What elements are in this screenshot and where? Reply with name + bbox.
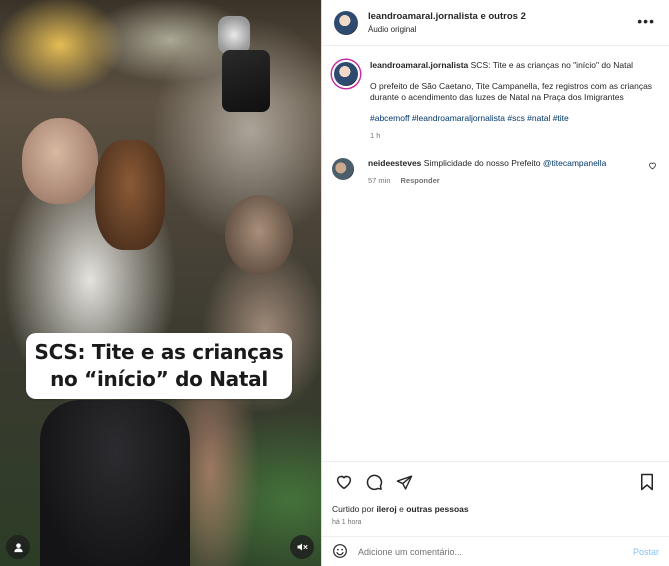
instagram-post-view: SCS: Tite e as crianças no “início” do N…: [0, 0, 669, 566]
video-title-line-2: no “início” do Natal: [50, 367, 268, 391]
header-username[interactable]: leandroamaral.jornalista e outros 2: [368, 11, 526, 22]
post-time: há 1 hora: [332, 519, 362, 526]
likes-summary[interactable]: Curtido por ileroj e outras pessoas: [332, 504, 659, 514]
likes-user[interactable]: ileroj: [376, 504, 396, 514]
commenter-avatar[interactable]: [332, 158, 354, 180]
caption-title: SCS: Tite e as crianças no "início" do N…: [470, 60, 634, 70]
comment-mention[interactable]: @titecampanella: [543, 158, 606, 168]
comment-item: neideesteves Simplicidade do nosso Prefe…: [332, 158, 657, 185]
more-horizontal-icon[interactable]: •••: [637, 14, 655, 28]
comment-body: neideesteves Simplicidade do nosso Prefe…: [368, 158, 642, 185]
likes-prefix: Curtido por: [332, 504, 375, 514]
bookmark-icon[interactable]: [635, 470, 659, 494]
heart-small-icon[interactable]: [648, 161, 657, 172]
video-title-overlay: SCS: Tite e as crianças no “início” do N…: [26, 333, 292, 399]
comment-time: 57 min: [368, 176, 391, 185]
add-comment-bar: Postar: [322, 536, 669, 566]
post-caption: leandroamaral.jornalista SCS: Tite e as …: [332, 60, 657, 140]
original-audio-link[interactable]: Áudio original: [368, 25, 526, 34]
heart-icon[interactable]: [332, 470, 356, 494]
comment-text-line: neideesteves Simplicidade do nosso Prefe…: [368, 158, 642, 169]
comment-text: Simplicidade do nosso Prefeito: [423, 158, 541, 168]
share-icon[interactable]: [392, 470, 416, 494]
muted-speaker-icon[interactable]: [290, 535, 314, 559]
commenter-username[interactable]: neideesteves: [368, 158, 421, 168]
caption-hashtags[interactable]: #abcemoff #leandroamaraljornalista #scs …: [370, 113, 657, 123]
person-head: [22, 118, 98, 204]
person-dark-coat: [40, 400, 190, 566]
comment-input[interactable]: [358, 546, 633, 557]
comments-section: leandroamaral.jornalista SCS: Tite e as …: [322, 46, 669, 185]
camera-body: [222, 50, 270, 112]
emoji-icon[interactable]: [332, 543, 348, 561]
caption-username[interactable]: leandroamaral.jornalista: [370, 60, 468, 70]
comment-icon[interactable]: [362, 470, 386, 494]
comment-meta: 57 min Responder: [368, 176, 642, 185]
tagged-user-icon[interactable]: [6, 535, 30, 559]
likes-rest[interactable]: outras pessoas: [406, 504, 468, 514]
caption-avatar[interactable]: [332, 60, 360, 88]
caption-text: O prefeito de São Caetano, Tite Campanel…: [370, 81, 653, 102]
video-player[interactable]: SCS: Tite e as crianças no “início” do N…: [0, 0, 321, 566]
header-text: leandroamaral.jornalista e outros 2 Áudi…: [368, 11, 526, 34]
profile-avatar[interactable]: [334, 10, 358, 35]
post-header: leandroamaral.jornalista e outros 2 Áudi…: [322, 0, 669, 46]
reply-button[interactable]: Responder: [401, 176, 440, 185]
action-row: [332, 470, 659, 494]
child-hair: [95, 140, 165, 250]
caption-body: leandroamaral.jornalista SCS: Tite e as …: [370, 60, 657, 140]
post-sidebar: leandroamaral.jornalista e outros 2 Áudi…: [321, 0, 669, 566]
camera-lens: [218, 16, 250, 54]
caption-first-line: leandroamaral.jornalista SCS: Tite e as …: [370, 60, 657, 71]
video-title-line-1: SCS: Tite e as crianças: [34, 340, 284, 364]
child-head: [225, 195, 293, 275]
likes-conjunction: e: [399, 504, 404, 514]
post-comment-button[interactable]: Postar: [633, 547, 659, 557]
caption-time: 1 h: [370, 131, 381, 140]
post-actions: Curtido por ileroj e outras pessoas há 1…: [322, 461, 669, 531]
